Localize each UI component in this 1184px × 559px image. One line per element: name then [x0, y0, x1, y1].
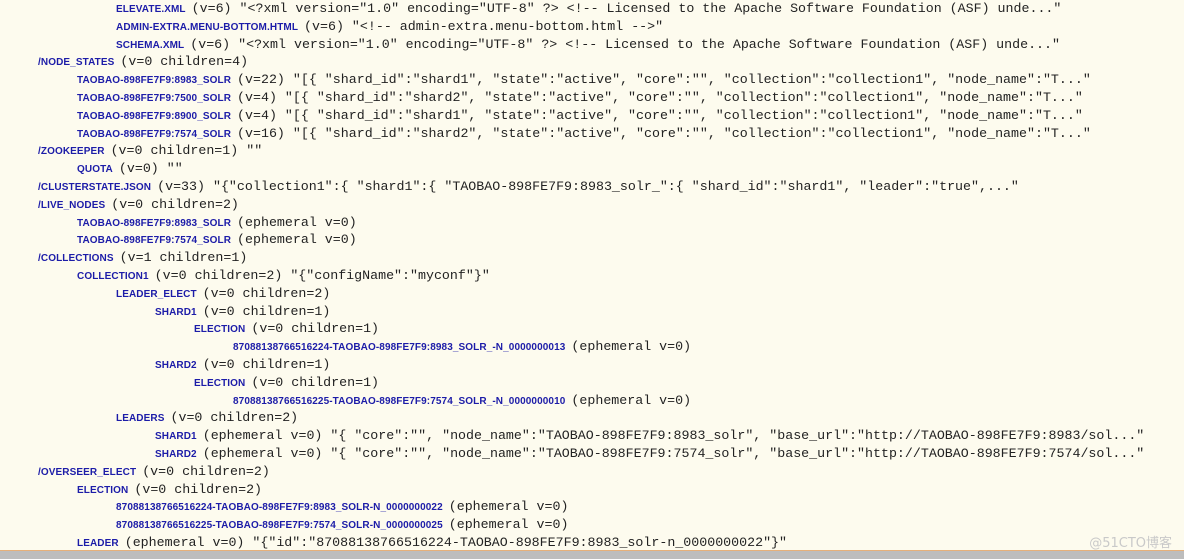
node-info: (v=0 children=2) — [142, 463, 270, 479]
node-name[interactable]: /LIVE_NODES — [38, 200, 105, 211]
node-info: (ephemeral v=0) "{ "core":"", "node_name… — [202, 428, 1145, 444]
node-name[interactable]: SHARD2 — [155, 449, 197, 460]
node-name[interactable]: SCHEMA.XML — [116, 40, 184, 51]
tree-node[interactable]: TAOBAO-898FE7F9:8983_SOLR (v=22) "[{ "sha… — [77, 70, 1091, 88]
node-name[interactable]: /ZOOKEEPER — [38, 146, 105, 157]
node-info: (v=0 children=2) — [111, 196, 239, 212]
tree-node[interactable]: ELECTION (v=0 children=1) — [194, 373, 379, 391]
node-name[interactable]: ELECTION — [194, 324, 245, 335]
tree-node[interactable]: TAOBAO-898FE7F9:8983_SOLR (ephemeral v=0) — [77, 213, 357, 231]
node-info: (v=0) "" — [118, 161, 183, 177]
node-info: (ephemeral v=0) — [237, 214, 357, 230]
node-info: (v=0 children=1) — [202, 303, 331, 319]
node-info: (ephemeral v=0) — [571, 339, 692, 355]
node-info: (v=6) "<?xml version="1.0" encoding="UTF… — [191, 1, 1062, 16]
bottom-bar — [0, 551, 1184, 559]
node-info: (v=0 children=2) — [134, 481, 263, 497]
tree-node[interactable]: ELECTION (v=0 children=1) — [194, 319, 379, 337]
node-name[interactable]: SHARD1 — [155, 431, 197, 442]
tree-node[interactable]: SCHEMA.XML (v=6) "<?xml version="1.0" enc… — [116, 35, 1060, 53]
tree-node[interactable]: /LIVE_NODES (v=0 children=2) — [38, 195, 239, 213]
node-info: (ephemeral v=0) — [571, 392, 692, 408]
tree-node[interactable]: /CLUSTERSTATE.JSON (v=33) "{"collection1"… — [38, 177, 1019, 195]
node-info: (v=6) "<?xml version="1.0" encoding="UTF… — [190, 36, 1060, 52]
node-name[interactable]: LEADERS — [116, 413, 164, 424]
node-name[interactable]: TAOBAO-898FE7F9:8900_SOLR — [77, 111, 231, 122]
node-info: (v=0 children=2) — [170, 410, 299, 426]
node-name[interactable]: TAOBAO-898FE7F9:7574_SOLR — [77, 235, 231, 246]
tree-node[interactable]: COLLECTION1 (v=0 children=2) "{"configNam… — [77, 266, 490, 284]
node-name[interactable]: ADMIN-EXTRA.MENU-BOTTOM.HTML — [116, 22, 298, 33]
node-name[interactable]: TAOBAO-898FE7F9:7574_SOLR — [77, 129, 231, 140]
node-info: (v=0 children=1) "" — [110, 143, 263, 159]
node-name[interactable]: ELECTION — [194, 378, 245, 389]
node-name[interactable]: SHARD1 — [155, 307, 197, 318]
node-info: (ephemeral v=0) — [448, 517, 569, 533]
node-name[interactable]: ELECTION — [77, 485, 128, 496]
node-info: (v=1 children=1) — [119, 250, 248, 266]
node-info: (v=0 children=1) — [202, 357, 331, 372]
tree-node[interactable]: ADMIN-EXTRA.MENU-BOTTOM.HTML (v=6) "<!-- … — [116, 17, 663, 35]
node-info: (v=33) "{"collection1":{ "shard1":{ "TAO… — [157, 179, 1019, 194]
node-info: (v=6) "<!-- admin-extra.menu-bottom.html… — [304, 18, 664, 34]
tree-node[interactable]: SHARD2 (ephemeral v=0) "{ "core":"", "nod… — [155, 444, 1144, 462]
tree-node[interactable]: SHARD1 (ephemeral v=0) "{ "core":"", "nod… — [155, 426, 1144, 444]
tree-node[interactable]: TAOBAO-898FE7F9:7500_SOLR (v=4) "[{ "shar… — [77, 88, 1083, 106]
node-name[interactable]: ELEVATE.XML — [116, 4, 186, 15]
node-info: (ephemeral v=0) — [448, 499, 569, 515]
tree-node[interactable]: TAOBAO-898FE7F9:7574_SOLR (v=16) "[{ "sha… — [77, 124, 1091, 142]
node-name[interactable]: /COLLECTIONS — [38, 253, 114, 264]
node-name[interactable]: COLLECTION1 — [77, 271, 149, 282]
node-name[interactable]: TAOBAO-898FE7F9:8983_SOLR — [77, 218, 231, 229]
tree-node[interactable]: ELECTION (v=0 children=2) — [77, 480, 262, 498]
tree-node[interactable]: /COLLECTIONS (v=1 children=1) — [38, 248, 247, 266]
node-name[interactable]: 87088138766516224-TAOBAO-898FE7F9:8983_S… — [233, 342, 565, 353]
node-name[interactable]: 87088138766516225-TAOBAO-898FE7F9:7574_S… — [116, 520, 443, 531]
node-name[interactable]: /NODE_STATES — [38, 57, 114, 68]
node-name[interactable]: /CLUSTERSTATE.JSON — [38, 182, 151, 193]
node-name[interactable]: 87088138766516225-TAOBAO-898FE7F9:7574_S… — [233, 396, 565, 407]
tree-node[interactable]: 87088138766516224-TAOBAO-898FE7F9:8983_S… — [116, 497, 568, 515]
node-name[interactable]: QUOTA — [77, 164, 113, 175]
node-name[interactable]: TAOBAO-898FE7F9:8983_SOLR — [77, 75, 231, 86]
tree-node[interactable]: 87088138766516225-TAOBAO-898FE7F9:7574_S… — [116, 515, 568, 533]
tree-node[interactable]: 87088138766516224-TAOBAO-898FE7F9:8983_S… — [233, 337, 691, 355]
tree-node[interactable]: TAOBAO-898FE7F9:7574_SOLR (ephemeral v=0) — [77, 230, 357, 248]
node-name[interactable]: TAOBAO-898FE7F9:7500_SOLR — [77, 93, 231, 104]
node-info: (v=0 children=1) — [251, 374, 380, 390]
node-info: (v=0 children=2) — [202, 285, 331, 301]
node-name[interactable]: SHARD2 — [155, 360, 197, 371]
node-info: (v=22) "[{ "shard_id":"shard1", "state":… — [237, 72, 1091, 88]
node-name[interactable]: LEADER_ELECT — [116, 289, 197, 300]
node-info: (v=16) "[{ "shard_id":"shard2", "state":… — [237, 125, 1091, 141]
node-info: (v=4) "[{ "shard_id":"shard2", "state":"… — [237, 90, 1083, 105]
tree-node[interactable]: /OVERSEER_ELECT (v=0 children=2) — [38, 462, 270, 480]
node-info: (v=4) "[{ "shard_id":"shard1", "state":"… — [237, 107, 1083, 123]
watermark: @51CTO博客 — [1089, 536, 1172, 551]
node-info: (v=0 children=2) "{"configName":"myconf"… — [154, 268, 490, 283]
node-info: (v=0 children=4) — [120, 54, 249, 70]
tree-node[interactable]: SHARD2 (v=0 children=1) — [155, 355, 330, 373]
tree-node[interactable]: SHARD1 (v=0 children=1) — [155, 302, 330, 320]
tree-node[interactable]: LEADERS (v=0 children=2) — [116, 408, 298, 426]
node-info: (v=0 children=1) — [251, 321, 380, 337]
tree-node[interactable]: ELEVATE.XML (v=6) "<?xml version="1.0" en… — [116, 0, 1061, 17]
node-info: (ephemeral v=0) — [237, 232, 357, 248]
node-name[interactable]: /OVERSEER_ELECT — [38, 467, 136, 478]
node-info: (ephemeral v=0) "{ "core":"", "node_name… — [202, 446, 1145, 461]
tree-node[interactable]: 87088138766516225-TAOBAO-898FE7F9:7574_S… — [233, 391, 691, 409]
tree-node[interactable]: QUOTA (v=0) "" — [77, 159, 183, 177]
node-name[interactable]: LEADER — [77, 538, 119, 549]
tree-node[interactable]: /NODE_STATES (v=0 children=4) — [38, 52, 248, 70]
node-info: (ephemeral v=0) "{"id":"8708813876651622… — [124, 535, 788, 550]
tree-node[interactable]: LEADER_ELECT (v=0 children=2) — [116, 284, 330, 302]
tree-node[interactable]: LEADER (ephemeral v=0) "{"id":"8708813876… — [77, 533, 787, 551]
tree-node[interactable]: /ZOOKEEPER (v=0 children=1) "" — [38, 141, 262, 159]
node-name[interactable]: 87088138766516224-TAOBAO-898FE7F9:8983_S… — [116, 502, 443, 513]
tree-node[interactable]: TAOBAO-898FE7F9:8900_SOLR (v=4) "[{ "shar… — [77, 106, 1083, 124]
